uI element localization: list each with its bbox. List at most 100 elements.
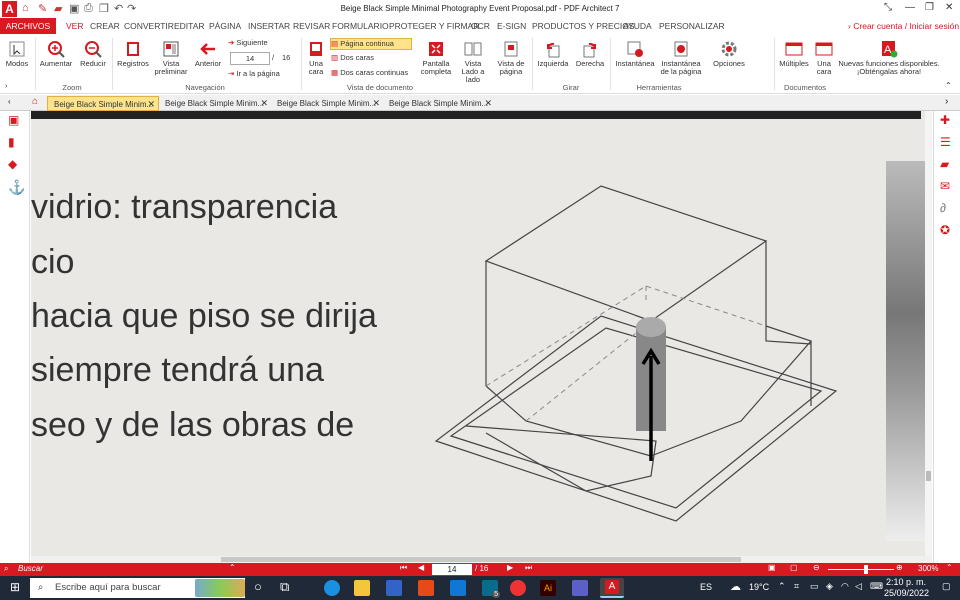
teams-icon[interactable]	[572, 580, 588, 596]
zoom-slider-thumb[interactable]	[864, 565, 868, 574]
menu-esign[interactable]: E-SIGN	[497, 21, 526, 31]
next-page-icon[interactable]: ▶	[507, 563, 513, 572]
bookmarks-panel-icon[interactable]: ▮	[8, 135, 15, 149]
vertical-scrollbar[interactable]	[925, 111, 932, 556]
menu-revisar[interactable]: REVISAR	[293, 21, 330, 31]
vista-lado-button[interactable]: Vista Lado a lado	[458, 40, 488, 84]
close-button[interactable]: ✕	[945, 2, 953, 13]
horizontal-scroll-thumb[interactable]	[221, 557, 741, 562]
status-search-chevron-icon[interactable]: ⌃	[229, 563, 236, 572]
menu-convertir[interactable]: CONVERTIR	[124, 21, 174, 31]
taskbar-search-input[interactable]: ⌕ Escribe aquí para buscar	[30, 578, 245, 598]
menu-ocr[interactable]: OCR	[471, 21, 490, 31]
registros-button[interactable]: Registros	[116, 40, 150, 68]
zoom-in-button[interactable]: Aumentar	[39, 40, 73, 68]
windows-start-icon[interactable]: ⊞	[10, 581, 22, 593]
girar-izquierda-button[interactable]: Izquierda	[536, 40, 570, 68]
multiples-button[interactable]: Múltiples	[778, 40, 810, 68]
first-page-icon[interactable]: ⏮	[400, 563, 407, 573]
close-tab-icon[interactable]: ✕	[372, 96, 380, 111]
tab-document-2[interactable]: Beige Black Simple Minim... ✕	[159, 96, 271, 111]
menu-pagina[interactable]: PÁGINA	[209, 21, 241, 31]
dos-caras-continuas-button[interactable]: ▦ Dos caras continuas	[331, 69, 411, 77]
tabs-scroll-icon[interactable]: ›	[945, 96, 948, 107]
layers-icon[interactable]: ◆	[8, 157, 17, 171]
language-indicator[interactable]: ES	[700, 582, 712, 592]
status-page-input[interactable]: 14	[432, 564, 472, 575]
fit-width-icon[interactable]: ▣	[768, 563, 776, 572]
comment-icon[interactable]: ✉	[940, 179, 950, 193]
illustrator-icon[interactable]: Ai	[540, 580, 556, 596]
prev-page-icon[interactable]: ◀	[418, 563, 424, 572]
pagina-continua-button[interactable]: ▤ Página continua	[330, 38, 412, 50]
status-search-label[interactable]: Buscar	[18, 564, 43, 573]
menu-productos[interactable]: PRODUCTOS Y PRECIOS	[532, 21, 635, 31]
office-icon[interactable]	[418, 580, 434, 596]
close-tab-icon[interactable]: ✕	[147, 97, 155, 112]
anchor-icon[interactable]: ⚓	[8, 179, 25, 196]
zoom-level[interactable]: 300%	[918, 564, 938, 573]
chevron-up-icon[interactable]: ⌃	[778, 581, 786, 592]
chevron-left-icon[interactable]: ‹	[8, 97, 11, 106]
zoom-slider[interactable]	[828, 565, 894, 574]
zoom-dropdown-icon[interactable]: ⌃	[946, 563, 953, 572]
una-cara-doc-button[interactable]: Una cara	[813, 40, 835, 76]
keyboard-icon[interactable]: ⌨	[870, 581, 883, 592]
menu-editar[interactable]: EDITAR	[174, 21, 205, 31]
network-icon[interactable]: ◈	[826, 581, 833, 592]
siguiente-button[interactable]: ➔ Siguiente	[228, 39, 276, 47]
zoom-in-status-icon[interactable]: ⊕	[896, 563, 903, 572]
maximize-button[interactable]: ❐	[925, 2, 934, 13]
collapse-ribbon-icon[interactable]: ⌃	[945, 81, 952, 90]
mail-icon[interactable]: 5	[482, 580, 500, 598]
menu-ver[interactable]: VER	[66, 21, 83, 31]
restore-ribbon-icon[interactable]: ⤡	[884, 2, 892, 13]
clock-date[interactable]: 25/09/2022	[884, 588, 929, 598]
volume-icon[interactable]: ◁	[855, 581, 862, 592]
tab-document-3[interactable]: Beige Black Simple Minim... ✕	[271, 96, 383, 111]
menu-archivos[interactable]: ARCHIVOS	[0, 18, 56, 34]
vertical-scroll-thumb[interactable]	[926, 471, 931, 481]
wrench-icon[interactable]: ✚	[940, 113, 950, 127]
horizontal-scrollbar[interactable]	[31, 556, 932, 563]
zoom-out-status-icon[interactable]: ⊖	[813, 563, 820, 572]
zoom-out-button[interactable]: Reducir	[78, 40, 108, 68]
ir-pagina-button[interactable]: ⇥ Ir a la página	[228, 70, 288, 78]
chrome-icon[interactable]	[510, 580, 526, 596]
vista-preliminar-button[interactable]: Vista preliminar	[153, 40, 189, 76]
collapse-left-icon[interactable]: ›	[5, 83, 7, 90]
opciones-button[interactable]: Opciones	[710, 40, 748, 68]
pdf-architect-taskbar-icon[interactable]: A	[600, 578, 624, 598]
menu-insertar[interactable]: INSERTAR	[248, 21, 290, 31]
modos-button[interactable]: Modos	[4, 40, 30, 68]
tab-document-4[interactable]: Beige Black Simple Minim... ✕	[383, 96, 495, 111]
users-icon[interactable]: ☰	[940, 135, 951, 149]
home-tab-icon[interactable]: ⌂	[32, 96, 38, 107]
app-icon[interactable]	[386, 580, 402, 596]
outlook-icon[interactable]	[450, 580, 466, 596]
una-cara-button[interactable]: Una cara	[304, 40, 328, 76]
battery-icon[interactable]: ▭	[810, 581, 819, 592]
weather-temp[interactable]: 19°C	[749, 582, 769, 592]
notifications-icon[interactable]: ▢	[942, 581, 951, 592]
tray-icon[interactable]: ⌗	[794, 581, 799, 592]
menu-proteger[interactable]: PROTEGER Y FIRMAR	[389, 21, 479, 31]
vista-pagina-button[interactable]: Vista de página	[494, 40, 528, 76]
anterior-button[interactable]: Anterior	[191, 40, 225, 68]
instantanea-pagina-button[interactable]: Instantánea de la página	[658, 40, 704, 76]
girar-derecha-button[interactable]: Derecha	[573, 40, 607, 68]
file-explorer-icon[interactable]	[354, 580, 370, 596]
minimize-button[interactable]: —	[905, 2, 915, 13]
thumbnails-icon[interactable]: ▣	[8, 113, 19, 127]
cortana-icon[interactable]: ○	[254, 579, 262, 594]
last-page-icon[interactable]: ⏭	[525, 563, 532, 573]
menu-crear[interactable]: CREAR	[90, 21, 120, 31]
wifi-icon[interactable]: ◠	[841, 581, 849, 592]
menu-personalizar[interactable]: PERSONALIZAR	[659, 21, 725, 31]
paperclip-icon[interactable]: ∂	[940, 201, 946, 215]
fit-page-icon[interactable]: ▢	[790, 563, 798, 572]
stamp-icon[interactable]: ✪	[940, 223, 950, 237]
nuevas-funciones-button[interactable]: A Nuevas funciones disponibles. ¡Obténga…	[838, 40, 940, 76]
instantanea-button[interactable]: Instantánea	[614, 40, 656, 68]
task-view-icon[interactable]: ⧉	[280, 579, 289, 595]
